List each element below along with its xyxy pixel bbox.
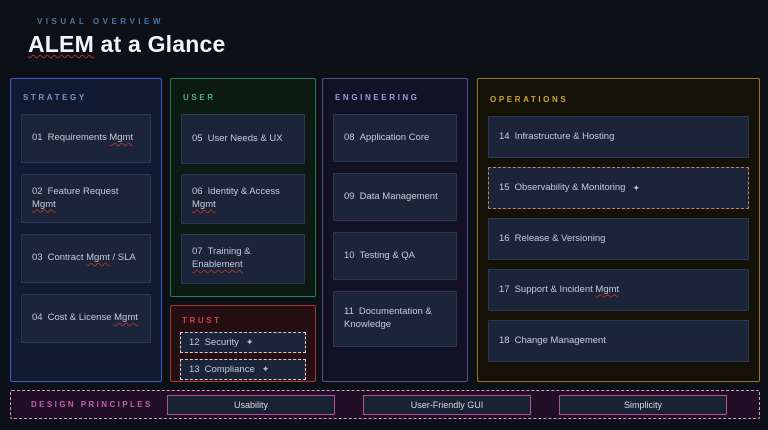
module-card-04: 04Cost & License Mgmt bbox=[21, 294, 151, 343]
module-card-17: 17Support & Incident Mgmt bbox=[488, 269, 749, 311]
module-card-02: 02Feature Request Mgmt bbox=[21, 174, 151, 223]
principle-pill-usability: Usability bbox=[167, 395, 335, 415]
engineering-label: ENGINEERING bbox=[335, 93, 457, 102]
sparkle-icon: ✦ bbox=[632, 182, 640, 194]
module-title: 07Training & Enablement bbox=[192, 246, 296, 272]
module-title: 12Security bbox=[189, 337, 239, 348]
principle-pill-group: Usability User-Friendly GUI Simplicity bbox=[167, 395, 727, 415]
module-card-15: 15Observability & Monitoring ✦ bbox=[488, 167, 749, 209]
user-panel: USER 05User Needs & UX 06Identity & Acce… bbox=[170, 78, 316, 297]
trust-label: TRUST bbox=[182, 316, 306, 325]
module-title: 03Contract Mgmt / SLA bbox=[32, 252, 136, 265]
module-title: 10Testing & QA bbox=[344, 250, 415, 263]
module-title: 11Documentation & Knowledge bbox=[344, 306, 448, 332]
module-title: 15Observability & Monitoring bbox=[499, 182, 625, 195]
module-title: 08Application Core bbox=[344, 132, 429, 145]
sparkle-icon: ✦ bbox=[262, 364, 270, 375]
strategy-label: STRATEGY bbox=[23, 93, 151, 102]
eyebrow-label: VISUAL OVERVIEW bbox=[37, 17, 164, 26]
module-title: 17Support & Incident Mgmt bbox=[499, 284, 619, 297]
module-card-06: 06Identity & Access Mgmt bbox=[181, 174, 305, 224]
principle-pill-user-friendly-gui: User-Friendly GUI bbox=[363, 395, 531, 415]
module-title: 13Compliance bbox=[189, 364, 255, 375]
operations-panel: OPERATIONS 14Infrastructure & Hosting 15… bbox=[477, 78, 760, 382]
module-card-05: 05User Needs & UX bbox=[181, 114, 305, 164]
strategy-panel: STRATEGY 01Requirements Mgmt 02Feature R… bbox=[10, 78, 162, 382]
page-title-rest: at a Glance bbox=[94, 31, 226, 57]
module-card-14: 14Infrastructure & Hosting bbox=[488, 116, 749, 158]
module-card-09: 09Data Management bbox=[333, 173, 457, 221]
module-title: 05User Needs & UX bbox=[192, 133, 283, 146]
module-card-01: 01Requirements Mgmt bbox=[21, 114, 151, 163]
module-card-07: 07Training & Enablement bbox=[181, 234, 305, 284]
module-title: 18Change Management bbox=[499, 335, 606, 348]
design-principles-bar: DESIGN PRINCIPLES Usability User-Friendl… bbox=[10, 390, 760, 419]
module-card-03: 03Contract Mgmt / SLA bbox=[21, 234, 151, 283]
module-card-08: 08Application Core bbox=[333, 114, 457, 162]
module-title: 14Infrastructure & Hosting bbox=[499, 131, 614, 144]
module-title: 04Cost & License Mgmt bbox=[32, 312, 138, 325]
module-title: 09Data Management bbox=[344, 191, 438, 204]
trust-panel: TRUST 12Security ✦ 13Compliance ✦ bbox=[170, 305, 316, 382]
page-title-word: ALEM bbox=[28, 31, 94, 57]
principle-pill-simplicity: Simplicity bbox=[559, 395, 727, 415]
page-title: ALEM at a Glance bbox=[28, 31, 226, 58]
overview-board: STRATEGY 01Requirements Mgmt 02Feature R… bbox=[10, 78, 760, 382]
engineering-panel: ENGINEERING 08Application Core 09Data Ma… bbox=[322, 78, 468, 382]
module-title: 16Release & Versioning bbox=[499, 233, 605, 246]
module-card-10: 10Testing & QA bbox=[333, 232, 457, 280]
operations-label: OPERATIONS bbox=[490, 95, 749, 104]
user-trust-column: USER 05User Needs & UX 06Identity & Acce… bbox=[170, 78, 316, 382]
sparkle-icon: ✦ bbox=[246, 337, 254, 348]
module-card-12: 12Security ✦ bbox=[180, 332, 306, 353]
user-label: USER bbox=[183, 93, 305, 102]
module-card-16: 16Release & Versioning bbox=[488, 218, 749, 260]
module-title: 01Requirements Mgmt bbox=[32, 132, 133, 145]
module-card-13: 13Compliance ✦ bbox=[180, 359, 306, 380]
design-principles-label: DESIGN PRINCIPLES bbox=[11, 400, 153, 409]
module-title: 06Identity & Access Mgmt bbox=[192, 186, 296, 212]
module-card-18: 18Change Management bbox=[488, 320, 749, 362]
module-title: 02Feature Request Mgmt bbox=[32, 186, 142, 212]
module-card-11: 11Documentation & Knowledge bbox=[333, 291, 457, 347]
